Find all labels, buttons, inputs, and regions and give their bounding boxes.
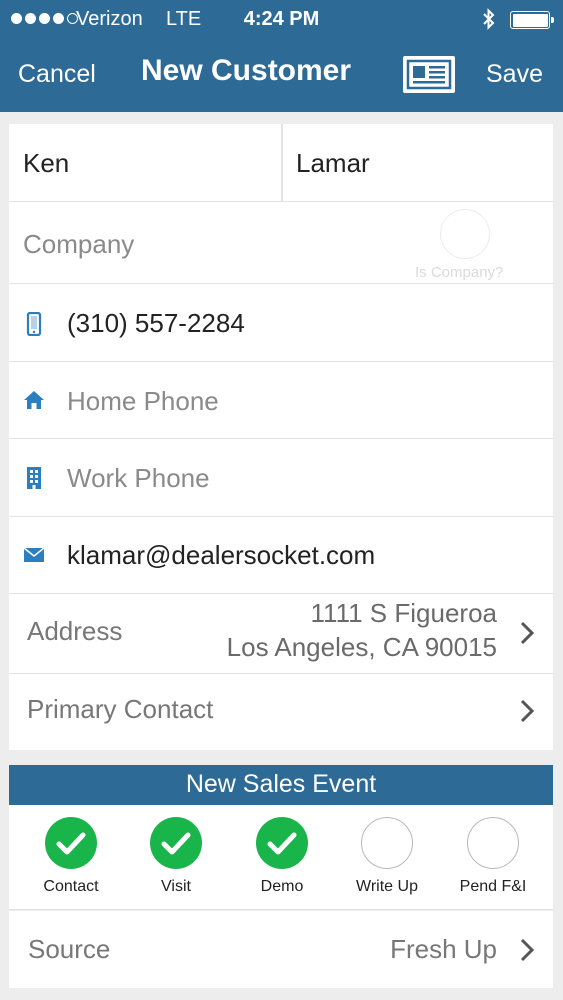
status-time: 4:24 PM (243, 8, 320, 30)
battery-icon (510, 11, 554, 29)
source-label: Source (28, 934, 111, 964)
first-name-field[interactable]: Ken (23, 148, 69, 179)
divider (281, 124, 283, 201)
checkmark-icon (256, 817, 308, 869)
page-title: New Customer (141, 54, 352, 87)
top-bar: Verizon LTE 4:24 PM Cancel New Customer … (0, 0, 563, 112)
last-name-field[interactable]: Lamar (296, 148, 370, 179)
work-phone-row: Work Phone (9, 439, 553, 517)
step-label: Demo (260, 878, 304, 895)
sales-steps: Contact Visit Demo Write Up Pend F&I (9, 805, 553, 910)
address-label: Address (27, 616, 123, 646)
customer-form: Ken Lamar Company Is Company? (310) 557-… (9, 124, 553, 750)
primary-contact-row[interactable]: Primary Contact (9, 674, 553, 750)
mobile-phone-icon (23, 311, 45, 337)
step-visit[interactable]: Visit (131, 817, 221, 896)
save-button[interactable]: Save (486, 60, 543, 89)
home-phone-row: Home Phone (9, 362, 553, 439)
home-icon (23, 389, 45, 411)
step-label: Contact (43, 878, 99, 895)
step-demo[interactable]: Demo (237, 817, 327, 896)
source-row[interactable]: Source Fresh Up (9, 911, 553, 988)
source-value: Fresh Up (390, 934, 497, 964)
chevron-right-icon (519, 698, 535, 729)
is-company-toggle[interactable] (440, 209, 490, 259)
business-card-icon[interactable] (403, 56, 455, 93)
name-row: Ken Lamar (9, 124, 553, 202)
step-label: Visit (161, 878, 191, 895)
sales-event-header: New Sales Event (9, 765, 553, 805)
bluetooth-icon (482, 8, 496, 36)
chevron-right-icon (519, 620, 535, 651)
status-bar: Verizon LTE 4:24 PM (0, 8, 563, 32)
step-contact[interactable]: Contact (26, 817, 116, 896)
office-building-icon (23, 466, 45, 489)
chevron-right-icon (519, 937, 535, 968)
step-write-up[interactable]: Write Up (342, 817, 432, 896)
mobile-phone-row: (310) 557-2284 (9, 284, 553, 362)
email-row: klamar@dealersocket.com (9, 517, 553, 594)
is-company-label: Is Company? (415, 264, 504, 281)
address-line-1: 1111 S Figueroa (310, 598, 497, 628)
company-field[interactable]: Company (23, 229, 134, 260)
home-phone-field[interactable]: Home Phone (67, 386, 219, 417)
empty-circle-icon (361, 817, 413, 869)
cancel-button[interactable]: Cancel (18, 60, 96, 89)
address-line-2: Los Angeles, CA 90015 (226, 632, 497, 662)
checkmark-icon (150, 817, 202, 869)
step-label: Write Up (356, 878, 418, 895)
empty-circle-icon (467, 817, 519, 869)
primary-contact-label: Primary Contact (27, 694, 214, 724)
email-field[interactable]: klamar@dealersocket.com (67, 540, 375, 571)
step-label: Pend F&I (459, 878, 527, 895)
envelope-icon (23, 546, 45, 568)
step-pend-fi[interactable]: Pend F&I (448, 817, 538, 896)
work-phone-field[interactable]: Work Phone (67, 463, 210, 494)
checkmark-icon (45, 817, 97, 869)
mobile-phone-field[interactable]: (310) 557-2284 (67, 308, 245, 339)
